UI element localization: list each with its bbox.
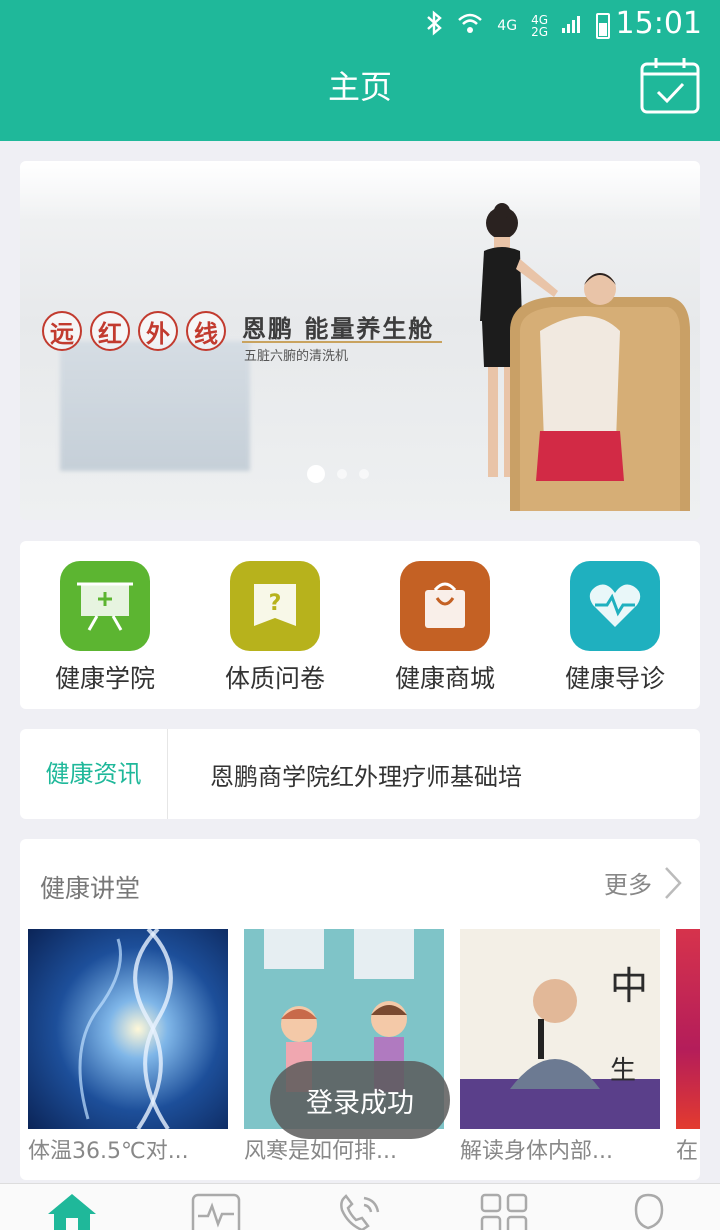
login-success-toast: 登录成功 bbox=[270, 1061, 450, 1139]
svg-text:中: 中 bbox=[610, 964, 648, 1008]
promo-banner[interactable]: 远 红 外 线 恩鹏 能量养生舱 五脏六腑的清洗机 bbox=[20, 161, 700, 520]
banner-title: 恩鹏 能量养生舱 bbox=[242, 315, 435, 343]
section-title: 健康讲堂 bbox=[40, 874, 141, 903]
home-icon bbox=[48, 1194, 96, 1230]
network-4g-label: 4G bbox=[497, 18, 518, 34]
banner-tag-row: 远 红 外 线 bbox=[42, 311, 226, 351]
lecture-item[interactable]: 体温36.5℃对... bbox=[28, 929, 228, 1165]
status-icons: 4G 4G 2G bbox=[425, 10, 610, 42]
presentation-board-icon bbox=[60, 561, 150, 651]
status-time: 15:01 bbox=[615, 6, 702, 41]
health-monitor-icon bbox=[191, 1193, 241, 1230]
apps-grid-icon bbox=[480, 1193, 528, 1230]
nav-apps[interactable] bbox=[432, 1184, 576, 1230]
banner-dot-active[interactable] bbox=[307, 465, 325, 483]
network-dual-label: 4G 2G bbox=[531, 14, 548, 38]
menu-label: 健康导诊 bbox=[564, 664, 665, 693]
bluetooth-icon bbox=[425, 10, 443, 42]
shopping-bag-icon bbox=[400, 561, 490, 651]
lecture-header: 健康讲堂 更多 bbox=[20, 839, 700, 929]
svg-text:生: 生 bbox=[610, 1056, 636, 1086]
more-label: 更多 bbox=[604, 871, 652, 899]
nav-profile[interactable] bbox=[576, 1184, 720, 1230]
top-bar: 4G 4G 2G 15:01 主页 bbox=[0, 0, 720, 141]
menu-label: 健康商城 bbox=[394, 664, 495, 693]
battery-icon bbox=[596, 13, 610, 39]
svg-text:?: ? bbox=[269, 591, 282, 616]
page-title: 主页 bbox=[327, 68, 392, 106]
banner-dot[interactable] bbox=[359, 469, 369, 479]
banner-divider bbox=[242, 341, 442, 343]
banner-tag: 外 bbox=[138, 311, 178, 351]
menu-health-academy[interactable]: 健康学院 bbox=[20, 541, 190, 709]
banner-pagination bbox=[307, 465, 369, 483]
quick-menu: 健康学院 ? 体质问卷 健康商城 健康导诊 bbox=[20, 541, 700, 709]
status-bar: 4G 4G 2G 15:01 bbox=[0, 0, 720, 50]
menu-label: 健康学院 bbox=[54, 664, 155, 693]
more-link[interactable]: 更多 bbox=[604, 865, 682, 900]
lecture-thumbnail-speaker: 中生 bbox=[460, 929, 660, 1129]
news-headline[interactable]: 恩鹏商学院红外理疗师基础培 bbox=[168, 757, 522, 792]
nav-phone-consult[interactable] bbox=[288, 1184, 432, 1230]
health-news-ticker[interactable]: 健康资讯 恩鹏商学院红外理疗师基础培 bbox=[20, 729, 700, 819]
lecture-item[interactable]: 中生 解读身体内部... bbox=[460, 929, 660, 1165]
nav-health-monitor[interactable] bbox=[144, 1184, 288, 1230]
nav-home[interactable] bbox=[0, 1184, 144, 1230]
signal-icon bbox=[562, 14, 582, 39]
calendar-checkin-icon[interactable] bbox=[640, 56, 700, 114]
profile-icon bbox=[634, 1193, 664, 1230]
wifi-icon bbox=[457, 12, 483, 40]
banner-tag: 红 bbox=[90, 311, 130, 351]
lecture-item[interactable]: 在 bbox=[676, 929, 700, 1165]
questionnaire-book-icon: ? bbox=[230, 561, 320, 651]
menu-health-mall[interactable]: 健康商城 bbox=[360, 541, 530, 709]
menu-health-guide[interactable]: 健康导诊 bbox=[530, 541, 700, 709]
menu-constitution-survey[interactable]: ? 体质问卷 bbox=[190, 541, 360, 709]
lecture-caption: 体温36.5℃对... bbox=[28, 1139, 189, 1164]
menu-label: 体质问卷 bbox=[224, 664, 325, 693]
lecture-caption: 在 bbox=[676, 1139, 699, 1164]
banner-tag: 线 bbox=[186, 311, 226, 351]
bottom-nav bbox=[0, 1183, 720, 1230]
banner-subtitle: 五脏六腑的清洗机 bbox=[244, 349, 349, 364]
lecture-caption: 解读身体内部... bbox=[460, 1139, 613, 1164]
network-2g-label: 2G bbox=[531, 25, 548, 39]
phone-consult-icon bbox=[340, 1194, 380, 1230]
banner-dot[interactable] bbox=[337, 469, 347, 479]
heart-pulse-icon bbox=[570, 561, 660, 651]
banner-sauna-illustration bbox=[480, 203, 690, 511]
chevron-right-icon bbox=[665, 866, 682, 899]
lecture-thumbnail-partial bbox=[676, 929, 700, 1129]
lecture-thumbnail-dna bbox=[28, 929, 228, 1129]
banner-background-window bbox=[60, 341, 250, 471]
banner-tag: 远 bbox=[42, 311, 82, 351]
news-tag: 健康资讯 bbox=[20, 729, 168, 819]
